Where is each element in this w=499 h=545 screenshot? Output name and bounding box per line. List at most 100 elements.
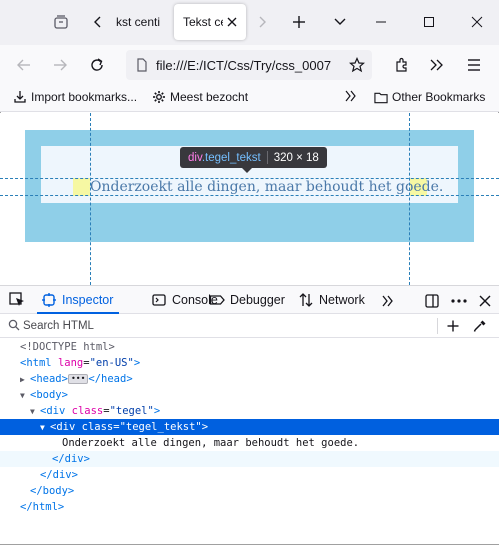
devtools-toolbar: Inspector Console Debugger Network xyxy=(0,285,499,314)
eyedropper-icon[interactable] xyxy=(471,317,489,335)
gear-icon xyxy=(152,90,166,104)
class-value: "tegel_tekst" xyxy=(119,421,202,433)
head-open-tag: <head> xyxy=(30,373,68,385)
url-bar[interactable]: file:///E:/ICT/Css/Try/css_0007 xyxy=(126,50,372,80)
reload-icon[interactable] xyxy=(85,53,109,77)
more-tools-icon[interactable] xyxy=(379,292,397,310)
bookmark-import[interactable]: Import bookmarks... xyxy=(13,90,137,104)
bookmarks-bar: Import bookmarks... Meest bezocht Other … xyxy=(0,85,499,112)
collapse-icon[interactable]: ▼ xyxy=(20,388,30,404)
tab-dropdown-icon[interactable] xyxy=(329,11,351,33)
title-bar: kst centi Tekst ce xyxy=(0,0,499,45)
html-lang-attr: lang xyxy=(57,357,84,369)
text-node: Onderzoekt alle dingen, maar behoudt het… xyxy=(62,437,360,449)
url-text[interactable]: file:///E:/ICT/Css/Try/css_0007 xyxy=(156,58,341,73)
extensions-icon[interactable] xyxy=(390,53,414,77)
div-tag: <div xyxy=(40,405,66,417)
element-picker-icon[interactable] xyxy=(8,286,26,314)
minimize-icon[interactable] xyxy=(366,8,396,36)
html-lang-value: "en-US" xyxy=(89,357,134,369)
markup-text-node[interactable]: Onderzoekt alle dingen, maar behoudt het… xyxy=(0,435,499,451)
tegel-tekst: Onderzoekt alle dingen, maar behoudt het… xyxy=(90,179,444,195)
debugger-icon xyxy=(209,292,225,308)
tab-label: Network xyxy=(319,293,365,307)
markup-tree: <!DOCTYPE html> <html lang="en-US"> ▶ <he… xyxy=(0,338,499,544)
body-close-tag: </body> xyxy=(30,485,75,497)
tag-end: > xyxy=(133,357,141,369)
other-bookmarks-label: Other Bookmarks xyxy=(392,90,486,104)
head-close-tag: </head> xyxy=(88,373,133,385)
tab-label: Inspector xyxy=(62,293,114,307)
markup-div-tegel-tekst[interactable]: ▼ <div class="tegel_tekst"> xyxy=(0,419,499,435)
tab-active[interactable]: Tekst ce xyxy=(174,4,246,40)
html-tag: <html xyxy=(20,357,52,369)
highlighter-infobar: div.tegel_tekst 320 × 18 xyxy=(180,147,327,173)
markup-doctype[interactable]: <!DOCTYPE html> xyxy=(0,339,499,355)
markup-body-close[interactable]: </body> xyxy=(0,483,499,499)
expand-icon[interactable]: ▶ xyxy=(20,372,30,388)
markup-div-close[interactable]: </div> xyxy=(0,451,499,467)
bookmark-label: Meest bezocht xyxy=(170,90,249,104)
scroll-tabs-left-icon[interactable] xyxy=(90,11,106,33)
tab-label: Debugger xyxy=(230,293,285,307)
back-icon[interactable] xyxy=(12,53,36,77)
infobar-class: .tegel_tekst xyxy=(201,151,261,164)
tab-inspector[interactable]: Inspector xyxy=(37,286,120,314)
tab-inactive[interactable]: kst centi xyxy=(116,4,170,40)
search-icon xyxy=(8,319,20,331)
collapse-icon[interactable]: ▼ xyxy=(30,404,40,420)
close-tab-icon[interactable] xyxy=(224,14,240,30)
new-tab-icon[interactable] xyxy=(288,11,310,33)
guide-line xyxy=(90,113,91,285)
markup-body[interactable]: ▼ <body> xyxy=(0,387,499,403)
close-devtools-icon[interactable] xyxy=(476,292,494,310)
class-attr: class xyxy=(71,405,104,417)
class-attr: class xyxy=(81,421,114,433)
page-info-icon[interactable] xyxy=(134,57,150,73)
other-bookmarks[interactable]: Other Bookmarks xyxy=(374,90,485,104)
devtools-menu-icon[interactable] xyxy=(450,292,468,310)
infobar-tag: div xyxy=(188,151,202,164)
inspector-icon xyxy=(41,292,57,308)
bookmark-star-icon[interactable] xyxy=(348,56,366,74)
divider xyxy=(437,318,438,334)
doctype-node: <!DOCTYPE html> xyxy=(20,341,115,353)
padding-highlight-left xyxy=(73,178,90,196)
markup-div-tegel[interactable]: ▼ <div class="tegel"> xyxy=(0,403,499,419)
dock-side-icon[interactable] xyxy=(423,292,441,310)
overflow-menu-icon[interactable] xyxy=(425,53,449,77)
forward-icon[interactable] xyxy=(48,53,72,77)
bookmarks-overflow-icon[interactable] xyxy=(344,90,358,102)
markup-html-close[interactable]: </html> xyxy=(0,499,499,515)
div-close-tag: </div> xyxy=(52,453,90,465)
guide-line xyxy=(0,195,499,196)
scroll-tabs-right-icon[interactable] xyxy=(254,11,270,33)
tab-network[interactable]: Network xyxy=(298,286,365,314)
bookmark-label: Import bookmarks... xyxy=(31,90,138,104)
network-icon xyxy=(298,292,314,308)
maximize-icon[interactable] xyxy=(414,8,444,36)
bookmark-most-visited[interactable]: Meest bezocht xyxy=(152,90,248,104)
body-open-tag: <body> xyxy=(30,389,68,401)
guide-line xyxy=(409,113,410,285)
collapsed-children-icon[interactable]: ••• xyxy=(67,374,89,384)
tab-label: Tekst ce xyxy=(183,15,223,29)
markup-html-open[interactable]: <html lang="en-US"> xyxy=(0,355,499,371)
tab-console[interactable]: Console xyxy=(151,286,218,314)
markup-head[interactable]: ▶ <head> ••• </head> xyxy=(0,371,499,387)
tab-debugger[interactable]: Debugger xyxy=(209,286,285,314)
tab-list-icon[interactable] xyxy=(50,11,72,33)
div-tag: <div xyxy=(50,421,76,433)
guide-line xyxy=(0,178,499,179)
class-value: "tegel" xyxy=(109,405,154,417)
page-content: Onderzoekt alle dingen, maar behoudt het… xyxy=(0,113,499,285)
add-node-icon[interactable] xyxy=(444,317,462,335)
hamburger-menu-icon[interactable] xyxy=(462,53,486,77)
infobar-separator xyxy=(266,151,268,164)
console-icon xyxy=(151,292,167,308)
search-html-input[interactable] xyxy=(23,318,423,334)
close-window-icon[interactable] xyxy=(462,8,492,36)
search-html-bar xyxy=(0,314,499,338)
collapse-icon[interactable]: ▼ xyxy=(40,420,50,436)
markup-div-close[interactable]: </div> xyxy=(0,467,499,483)
